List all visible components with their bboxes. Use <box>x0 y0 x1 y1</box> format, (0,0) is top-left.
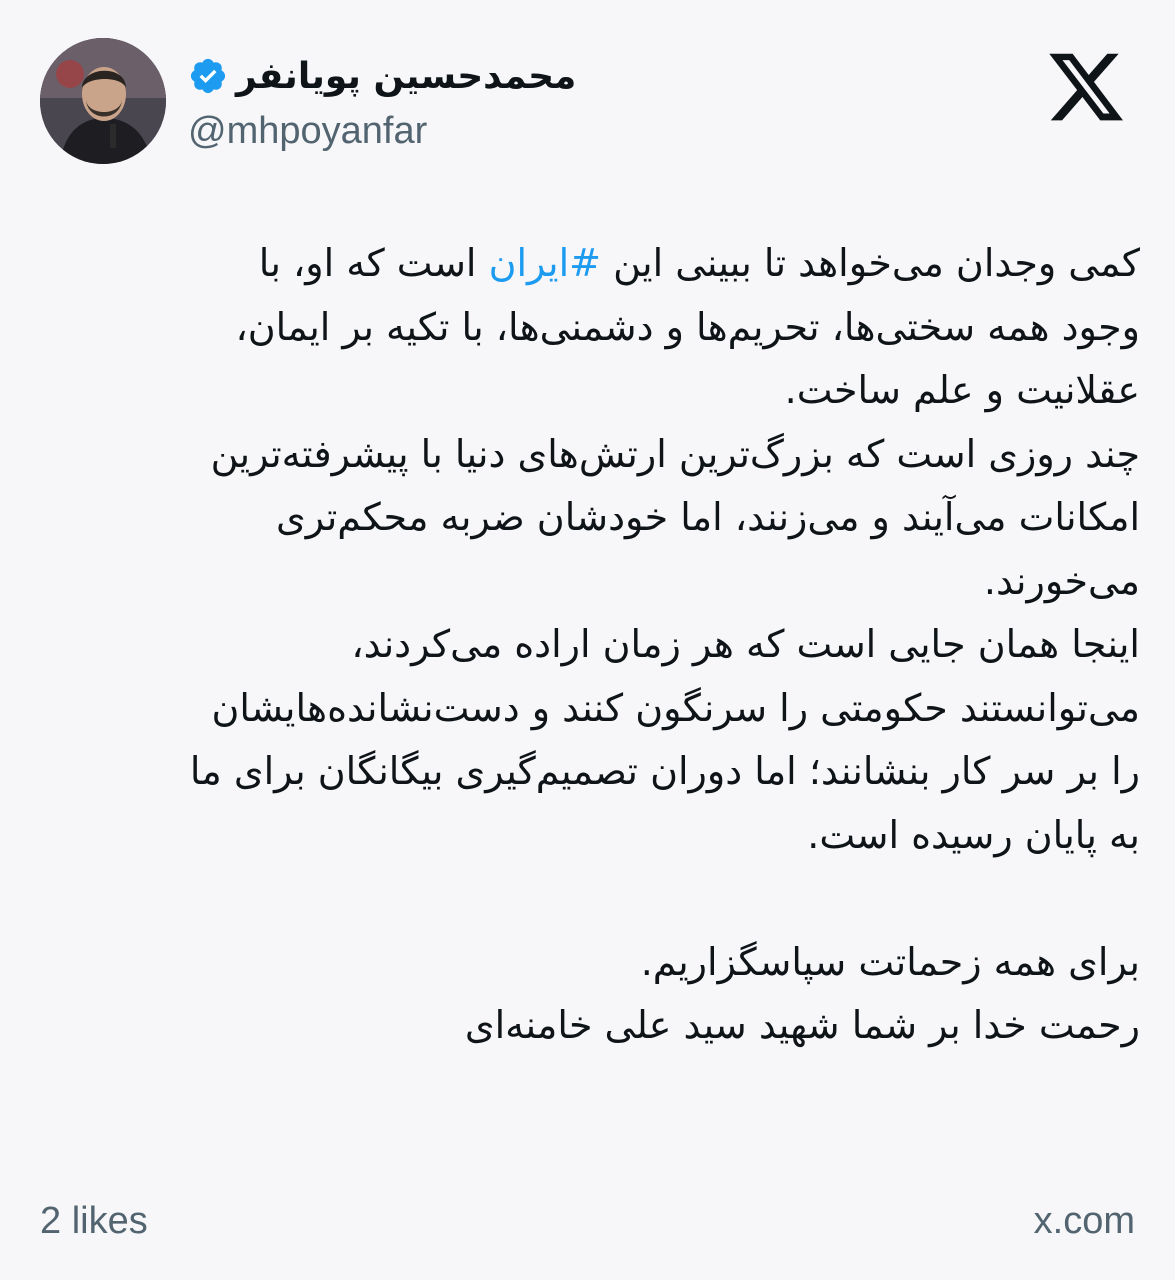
tweet-line: کمی وجدان می‌خواهد تا ببینی این #ایران ا… <box>258 241 1140 285</box>
hashtag-link[interactable]: #ایران <box>489 241 601 285</box>
user-handle[interactable]: @mhpoyanfar <box>188 110 576 153</box>
verified-badge-icon <box>190 58 226 94</box>
source-domain[interactable]: x.com <box>1034 1200 1135 1243</box>
tweet-text: کمی وجدان می‌خواهد تا ببینی این #ایران ا… <box>40 232 1140 1058</box>
user-info: محمدحسین پویانفر @mhpoyanfar <box>188 48 576 153</box>
display-name[interactable]: محمدحسین پویانفر <box>236 56 576 97</box>
tweet-footer: 2 likes x.com <box>40 1200 1135 1252</box>
tweet-line: امکانات می‌آیند و می‌زنند، اما خودشان ضر… <box>276 495 1140 539</box>
tweet-line: رحمت خدا بر شما شهید سید علی خامنه‌ای <box>464 1003 1140 1047</box>
tweet-line: وجود همه سختی‌ها، تحریم‌ها و دشمنی‌ها، ب… <box>235 304 1141 349</box>
tweet-line: می‌خورند. <box>983 558 1140 603</box>
avatar[interactable] <box>40 38 166 164</box>
name-row: محمدحسین پویانفر <box>188 48 576 104</box>
tweet-line: می‌توانستند حکومتی را سرنگون کنند و دست‌… <box>211 685 1141 730</box>
tweet-line: برای همه زحماتت سپاسگزاریم. <box>640 939 1140 984</box>
tweet-header: محمدحسین پویانفر @mhpoyanfar <box>40 38 1135 168</box>
tweet-line: عقلانیت و علم ساخت. <box>784 368 1140 412</box>
tweet-card: محمدحسین پویانفر @mhpoyanfar کمی وجدان م… <box>0 0 1175 1280</box>
like-count[interactable]: 2 likes <box>40 1200 148 1243</box>
tweet-line: را بر سر کار بنشانند؛ اما دوران تصمیم‌گی… <box>189 749 1140 793</box>
tweet-line: چند روزی است که بزرگ‌ترین ارتش‌های دنیا … <box>210 431 1140 476</box>
tweet-line: به پایان رسیده است. <box>807 812 1140 857</box>
x-logo-icon[interactable] <box>1045 46 1127 128</box>
tweet-line: اینجا همان جایی است که هر زمان اراده می‌… <box>351 622 1140 666</box>
